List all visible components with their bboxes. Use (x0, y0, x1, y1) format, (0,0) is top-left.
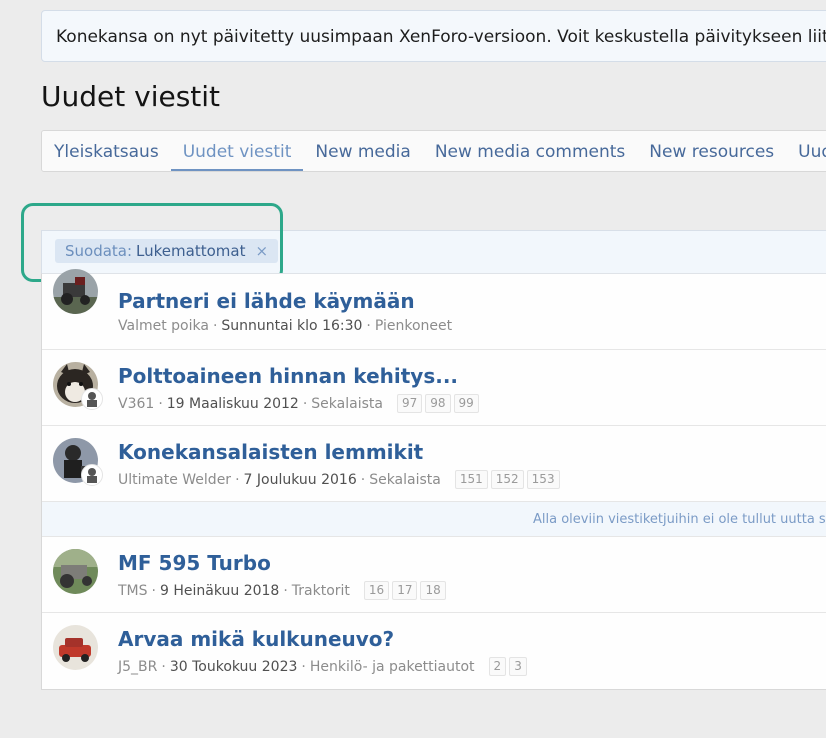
filter-bar: Suodata: Lukemattomat × (41, 230, 826, 273)
tab-bar: Yleiskatsaus Uudet viestit New media New… (41, 130, 826, 172)
page-link[interactable]: 98 (425, 394, 451, 413)
thread-author[interactable]: Valmet poika (118, 318, 209, 334)
avatar[interactable] (53, 549, 98, 594)
page-link[interactable]: 17 (392, 581, 418, 600)
filter-prefix: Suodata: (65, 242, 133, 260)
thread-date[interactable]: Sunnuntai klo 16:30 (221, 318, 362, 334)
page-title: Uudet viestit (41, 80, 221, 113)
thread-forum[interactable]: Sekalaista (311, 396, 383, 412)
thread-row: Polttoaineen hinnan kehitys... V361 · 19… (42, 350, 826, 426)
page-link[interactable]: 99 (453, 394, 479, 413)
thread-author[interactable]: Ultimate Welder (118, 472, 231, 488)
page-link[interactable]: 151 (454, 470, 488, 489)
thread-date[interactable]: 9 Heinäkuu 2018 (160, 583, 279, 599)
meta-separator: · (302, 395, 308, 412)
avatar[interactable] (53, 269, 98, 314)
thread-author[interactable]: J5_BR (118, 659, 157, 675)
filter-chip-unread[interactable]: Suodata: Lukemattomat × (55, 239, 279, 263)
thread-author[interactable]: TMS (118, 583, 148, 599)
page-link[interactable]: 152 (490, 470, 524, 489)
thread-title[interactable]: Konekansalaisten lemmikit (118, 440, 423, 464)
meta-separator: · (212, 318, 218, 334)
tab-new-posts[interactable]: Uudet viestit (170, 131, 304, 171)
page-links: 151 152 153 (454, 470, 560, 489)
thread-date[interactable]: 7 Joulukuu 2016 (244, 472, 357, 488)
thread-meta: Ultimate Welder · 7 Joulukuu 2016 · Seka… (118, 470, 560, 489)
page-link[interactable]: 16 (363, 581, 390, 600)
thread-row: MF 595 Turbo TMS · 9 Heinäkuu 2018 · Tra… (42, 537, 826, 613)
read-threads-divider: Alla oleviin viestiketjuihin ei ole tull… (42, 502, 826, 537)
meta-separator: · (235, 471, 240, 488)
thread-title[interactable]: Arvaa mikä kulkuneuvo? (118, 627, 394, 651)
thread-title[interactable]: Partneri ei lähde käymään (118, 289, 415, 313)
thread-meta: J5_BR · 30 Toukokuu 2023 · Henkilö- ja p… (118, 657, 527, 676)
filter-value: Lukemattomat (136, 242, 246, 260)
page-links: 97 98 99 (396, 394, 479, 413)
page-links: 16 17 18 (363, 581, 446, 600)
tab-new-resources[interactable]: New resources (637, 131, 786, 171)
thread-row: Konekansalaisten lemmikit Ultimate Welde… (42, 426, 826, 502)
thread-forum[interactable]: Henkilö- ja pakettiautot (310, 659, 475, 675)
meta-separator: · (366, 318, 371, 334)
site-notice: Konekansa on nyt päivitetty uusimpaan Xe… (41, 10, 826, 62)
tab-overview[interactable]: Yleiskatsaus (42, 131, 171, 171)
thread-forum[interactable]: Sekalaista (369, 472, 441, 488)
read-threads-divider-text: Alla oleviin viestiketjuihin ei ole tull… (533, 512, 826, 527)
thread-title[interactable]: MF 595 Turbo (118, 551, 271, 575)
site-notice-text: Konekansa on nyt päivitetty uusimpaan Xe… (56, 27, 826, 47)
last-poster-avatar[interactable] (81, 388, 103, 410)
thread-author[interactable]: V361 (118, 396, 154, 412)
last-poster-avatar[interactable] (81, 464, 103, 486)
thread-forum[interactable]: Traktorit (292, 583, 350, 599)
thread-list: Partneri ei lähde käymään Valmet poika ·… (41, 269, 826, 690)
meta-separator: · (158, 395, 163, 412)
tab-more[interactable]: Uude (786, 131, 826, 171)
page-link[interactable]: 2 (488, 657, 507, 676)
thread-meta: Valmet poika · Sunnuntai klo 16:30 · Pie… (118, 318, 452, 334)
meta-separator: · (360, 471, 366, 488)
meta-separator: · (301, 658, 306, 675)
thread-row: Arvaa mikä kulkuneuvo? J5_BR · 30 Toukok… (42, 613, 826, 689)
meta-separator: · (283, 582, 288, 599)
thread-forum[interactable]: Pienkoneet (375, 318, 452, 334)
thread-date[interactable]: 19 Maaliskuu 2012 (167, 396, 299, 412)
tab-new-media-comments[interactable]: New media comments (423, 131, 637, 171)
page-link[interactable]: 153 (526, 470, 560, 489)
thread-meta: V361 · 19 Maaliskuu 2012 · Sekalaista 97… (118, 394, 479, 413)
page-link[interactable]: 3 (509, 657, 527, 676)
thread-row: Partneri ei lähde käymään Valmet poika ·… (42, 269, 826, 350)
page-link[interactable]: 18 (420, 581, 446, 600)
tab-new-media[interactable]: New media (303, 131, 422, 171)
meta-separator: · (151, 582, 156, 599)
page-links: 2 3 (488, 657, 527, 676)
thread-meta: TMS · 9 Heinäkuu 2018 · Traktorit 16 17 … (118, 581, 446, 600)
meta-separator: · (161, 658, 166, 675)
avatar[interactable] (53, 625, 98, 670)
thread-title[interactable]: Polttoaineen hinnan kehitys... (118, 364, 458, 388)
remove-filter-icon[interactable]: × (255, 239, 268, 263)
page-link[interactable]: 97 (396, 394, 423, 413)
thread-date[interactable]: 30 Toukokuu 2023 (170, 659, 298, 675)
